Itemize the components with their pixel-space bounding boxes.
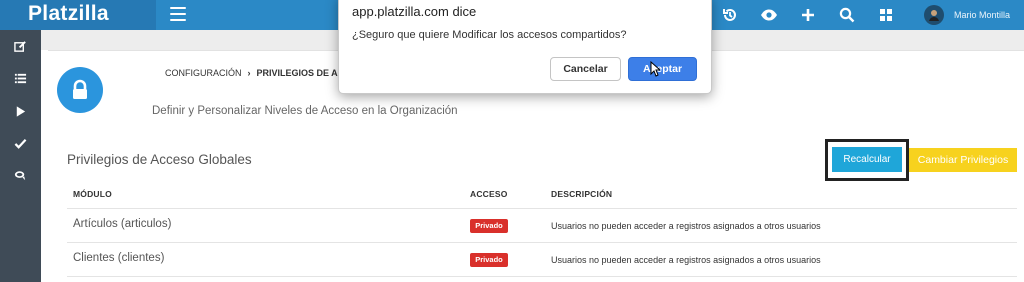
plus-icon[interactable] [799,6,817,24]
menu-toggle-icon[interactable] [170,7,186,23]
sidebar-item-play[interactable] [0,97,41,125]
section-title: Privilegios de Acceso Globales [67,152,252,167]
edit-icon [14,40,26,52]
history-icon[interactable] [721,6,739,24]
column-header-description: DESCRIPCIÓN [551,189,613,199]
lock-icon [57,67,103,113]
breadcrumb-parent[interactable]: CONFIGURACIÓN [165,68,242,78]
dialog-title: app.platzilla.com dice [352,4,477,19]
change-privileges-button[interactable]: Cambiar Privilegios [909,148,1017,172]
breadcrumb-separator: › [247,68,251,78]
grid-icon[interactable] [877,6,895,24]
user-name: Mario Montilla [954,10,1011,20]
user-menu[interactable]: Mario Montilla [924,4,1010,26]
sidebar-item-check[interactable] [0,129,41,157]
dialog-message: ¿Seguro que quiere Modificar los accesos… [352,29,627,41]
divider [67,208,1017,209]
divider [67,242,1017,243]
sidebar-item-edit[interactable] [0,32,41,60]
sidebar-item-list[interactable] [0,64,41,92]
mouse-pointer-icon [650,60,662,77]
table-row-description: Usuarios no pueden acceder a registros a… [551,255,821,265]
table-row-description: Usuarios no pueden acceder a registros a… [551,221,821,231]
breadcrumb: CONFIGURACIÓN › PRIVILEGIOS DE ACCE [165,68,357,78]
brand-logo[interactable]: Platzilla [0,0,156,30]
list-icon [14,73,27,83]
recalculate-button[interactable]: Recalcular [832,147,902,172]
sidebar [0,30,41,282]
status-badge: Privado [470,219,508,233]
table-row-module: Clientes (clientes) [73,252,165,264]
cancel-button[interactable]: Cancelar [550,57,621,81]
avatar [924,5,944,25]
page-subtitle: Definir y Personalizar Niveles de Acceso… [152,105,458,117]
search-icon[interactable] [838,6,856,24]
status-badge: Privado [470,253,508,267]
check-icon [14,138,27,149]
column-header-access: ACCESO [470,189,508,199]
sidebar-item-chat[interactable] [0,161,41,189]
table-row-module: Artículos (articulos) [73,218,172,230]
eye-icon[interactable] [760,6,778,24]
confirm-dialog: app.platzilla.com dice ¿Seguro que quier… [338,0,712,94]
chat-icon [14,170,26,180]
play-icon [16,105,26,117]
accept-button[interactable]: Aceptar [628,57,697,81]
column-header-module: MÓDULO [73,189,112,199]
divider [67,276,1017,277]
